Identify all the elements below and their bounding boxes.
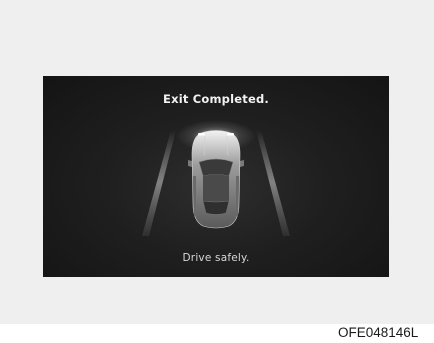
figure-panel: Exit Completed. Drive safely. bbox=[0, 0, 434, 324]
car-top-view-icon bbox=[188, 130, 244, 229]
drive-safely-message: Drive safely. bbox=[182, 252, 250, 264]
figure-code: OFE048146L bbox=[338, 325, 419, 340]
parking-exit-illustration bbox=[142, 120, 290, 236]
exit-completed-title: Exit Completed. bbox=[163, 92, 269, 106]
display-screen: Exit Completed. Drive safely. bbox=[43, 76, 389, 277]
